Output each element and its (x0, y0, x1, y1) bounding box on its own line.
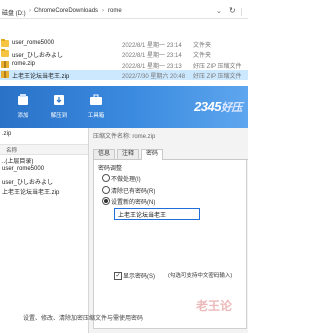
file-date: 2022/8/1 星期一 23:14 (122, 43, 182, 49)
show-password-hint: (勾选可支持中文密码输入) (168, 273, 233, 279)
extract-button[interactable]: 解压到 (46, 93, 72, 123)
breadcrumb-downloads[interactable]: ChromeCoreDownloads (34, 8, 98, 14)
file-name: 上老王论坛当老王.zip (12, 74, 70, 80)
show-password-checkbox[interactable]: ✓ (114, 272, 122, 280)
dialog-title: 压缩文件名称: rome.zip (93, 134, 156, 140)
file-date: 2022/8/1 星期一 23:13 (122, 64, 182, 70)
extract-icon (54, 95, 64, 105)
add-archive-icon (18, 94, 28, 105)
tab-info[interactable]: 信息 (93, 149, 116, 159)
column-header[interactable]: 名称 (0, 144, 88, 155)
list-item-parent[interactable]: ..(上层目录) (2, 156, 33, 165)
archive-file-list: .zip 名称 ..(上层目录) user_rome5000 user_ひしおみ… (0, 128, 89, 333)
extract-button-label: 解压到 (50, 113, 68, 119)
file-name: user_ひしおみよし (12, 53, 64, 59)
toolbar: 添加 解压到 工具箱 2345好压 (0, 86, 248, 128)
archive-name-label: .zip (2, 131, 12, 137)
password-input[interactable]: 上老王论坛当老王 (114, 208, 200, 220)
file-row[interactable]: user_rome5000 2022/8/1 星期一 23:14 文件夹 (0, 39, 248, 49)
file-date: 2022/8/1 星期一 23:14 (122, 53, 182, 59)
add-button-label: 添加 (17, 113, 29, 119)
toolbox-button-label: 工具箱 (87, 113, 105, 119)
file-row-selected[interactable]: 上老王论坛当老王.zip 2022/7/30 星期六 20:48 好压 ZIP … (0, 70, 248, 80)
tab-comment[interactable]: 注释 (117, 149, 140, 159)
list-item[interactable]: user_rome5000 (2, 166, 44, 172)
toolbox-icon (90, 94, 102, 105)
brand-logo: 2345好压 (194, 99, 242, 114)
radio-set-password[interactable] (102, 197, 110, 205)
address-bar[interactable]: 磁盘 (D:) › ChromeCoreDownloads › rome ⌄ ↻ (0, 6, 248, 19)
radio-clear-password-label: 清除已有密码(R) (111, 189, 156, 195)
tab-password[interactable]: 密码 (141, 149, 164, 160)
refresh-icon[interactable]: ↻ (229, 6, 236, 15)
add-button[interactable]: 添加 (10, 93, 36, 123)
list-item[interactable]: user_ひしおみよし (2, 177, 53, 186)
file-type: 文件夹 (193, 43, 212, 49)
zip-file-icon (1, 71, 9, 78)
radio-set-password-label: 设置新的密码(N) (111, 200, 156, 206)
password-value: 上老王论坛当老王 (118, 213, 167, 219)
file-type: 好压 ZIP 压缩文件 (193, 74, 242, 80)
group-label: 密码调整 (98, 166, 123, 172)
file-type: 文件夹 (193, 53, 212, 59)
radio-clear-password[interactable] (102, 186, 110, 194)
toolbox-button[interactable]: 工具箱 (83, 93, 109, 123)
show-password-label: 显示密码(S) (123, 274, 155, 280)
archive-window: 添加 解压到 工具箱 2345好压 .zip 名称 ..(上层目录) user_… (0, 86, 248, 333)
file-explorer-window: 磁盘 (D:) › ChromeCoreDownloads › rome ⌄ ↻… (0, 0, 248, 85)
zip-file-icon (1, 61, 9, 68)
breadcrumb-rome[interactable]: rome (108, 8, 122, 14)
folder-icon (1, 39, 9, 47)
folder-icon (1, 49, 9, 57)
file-name: user_rome5000 (12, 40, 55, 46)
file-name: rome.zip (12, 61, 36, 67)
search-input[interactable] (241, 8, 250, 16)
breadcrumb-drive[interactable]: 磁盘 (D:) (2, 8, 26, 17)
chevron-down-icon[interactable]: ⌄ (216, 7, 222, 15)
file-row[interactable]: rome.zip 2022/8/1 星期一 23:13 好压 ZIP 压缩文件 (0, 60, 248, 70)
breadcrumb-separator-icon: › (29, 8, 31, 14)
radio-no-action-label: 不做处理(I) (111, 177, 141, 183)
list-item[interactable]: 上老王论坛当老王.zip (2, 187, 59, 196)
tab-bar: 信息 注释 密码 (93, 149, 248, 160)
file-type: 好压 ZIP 压缩文件 (193, 64, 242, 70)
file-row[interactable]: user_ひしおみよし 2022/8/1 星期一 23:14 文件夹 (0, 49, 248, 59)
radio-no-action[interactable] (102, 174, 110, 182)
file-date: 2022/7/30 星期六 20:48 (122, 74, 186, 80)
watermark: 老王论 (196, 299, 233, 313)
breadcrumb-separator-icon: › (102, 8, 104, 14)
name-column-label: 名称 (6, 148, 18, 154)
dialog-footer-text: 设置、修改、清除加密压缩文件与需使用密码 (23, 316, 144, 322)
